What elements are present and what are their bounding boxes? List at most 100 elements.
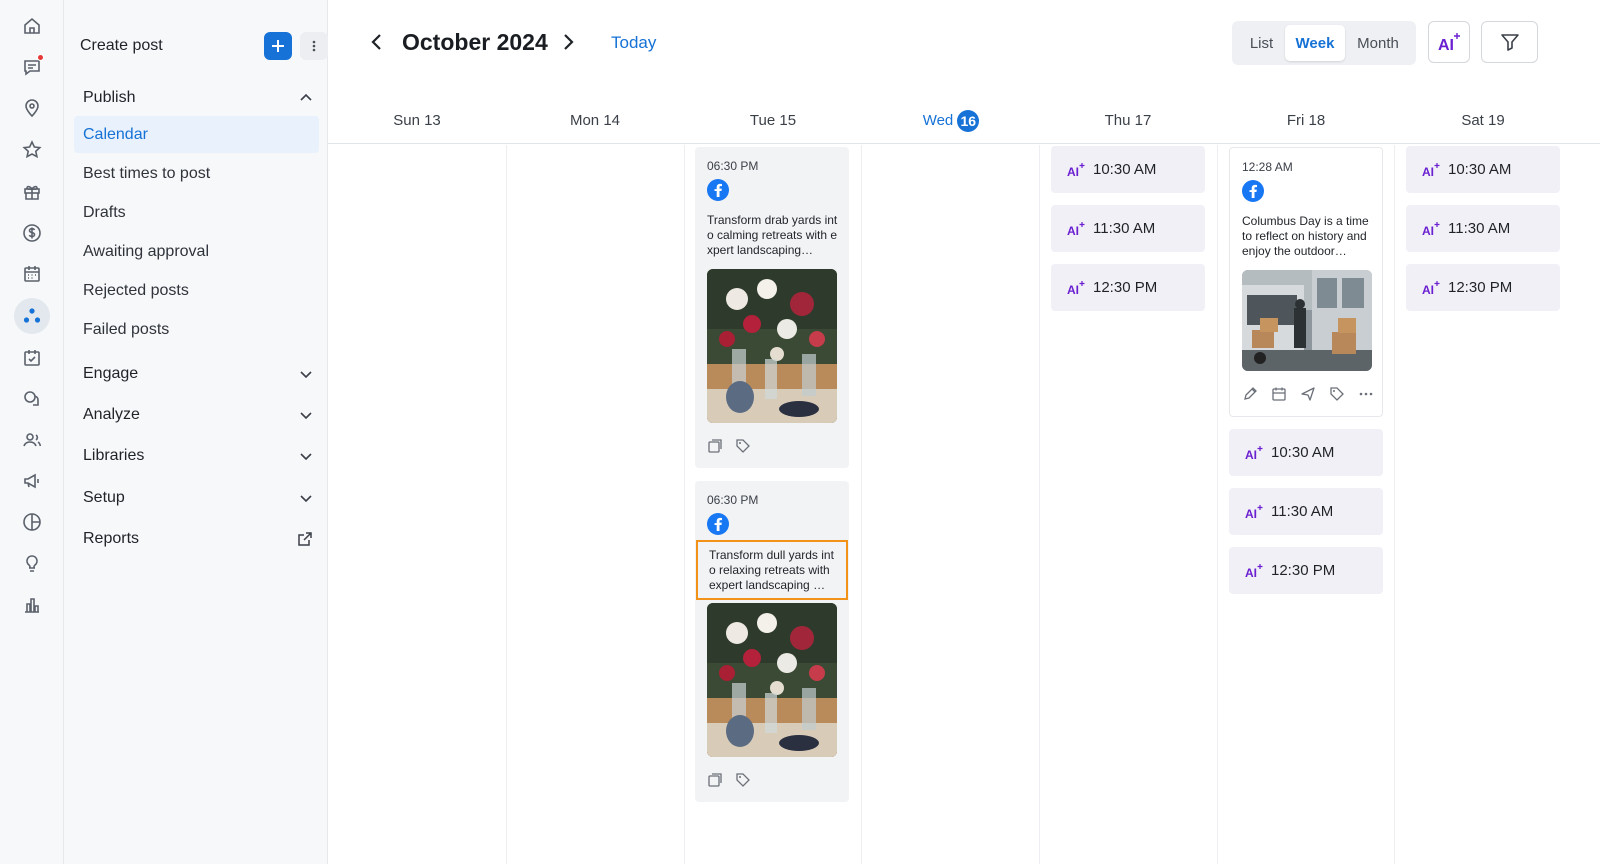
post-text[interactable]: Columbus Day is a time to reflect on his… <box>1242 214 1374 259</box>
ai-sparkle-icon: AI <box>1422 221 1440 237</box>
gift-icon[interactable] <box>14 174 50 210</box>
ai-suggested-slot[interactable]: AI 12:30 PM <box>1406 264 1560 311</box>
today-date-badge: 16 <box>957 110 980 132</box>
nav-item-failed-posts[interactable]: Failed posts <box>74 311 319 348</box>
nav-item-best-times[interactable]: Best times to post <box>74 155 319 192</box>
nav-item-rejected-posts[interactable]: Rejected posts <box>74 272 319 309</box>
tag-icon[interactable] <box>1329 386 1345 402</box>
duplicate-icon[interactable] <box>707 438 723 454</box>
post-text-highlighted[interactable]: Transform dull yards into relaxing retre… <box>696 540 848 600</box>
column-divider <box>684 145 685 864</box>
nav-section-publish[interactable]: Publish <box>83 86 313 110</box>
column-divider <box>1217 145 1218 864</box>
nav-section-analyze[interactable]: Analyze <box>83 403 313 427</box>
slot-time: 12:30 PM <box>1448 279 1513 296</box>
day-header-thu[interactable]: Thu 17 <box>1039 112 1217 129</box>
filter-button[interactable] <box>1481 21 1538 63</box>
post-card[interactable]: 06:30 PM Transform drab yards into calmi… <box>695 147 849 468</box>
chat-bubbles-icon[interactable] <box>14 381 50 417</box>
month-title: October 2024 <box>402 29 548 55</box>
ai-suggested-slot[interactable]: AI 10:30 AM <box>1229 429 1383 476</box>
post-time: 12:28 AM <box>1242 160 1293 174</box>
today-button[interactable]: Today <box>611 33 656 53</box>
send-icon[interactable] <box>1300 386 1316 402</box>
nav-item-awaiting-approval[interactable]: Awaiting approval <box>74 233 319 270</box>
post-card[interactable]: 06:30 PM Transform dull yards into relax… <box>695 481 849 802</box>
tag-icon[interactable] <box>735 772 751 788</box>
star-icon[interactable] <box>14 132 50 168</box>
create-post-button[interactable] <box>264 32 292 60</box>
column-divider <box>1394 145 1395 864</box>
post-image-flowers[interactable] <box>707 603 837 757</box>
next-week-button[interactable] <box>556 30 580 54</box>
edit-pencil-icon[interactable] <box>1242 386 1258 402</box>
tasks-icon[interactable] <box>14 340 50 376</box>
day-label: Sun 13 <box>393 112 441 129</box>
contacts-icon[interactable] <box>14 422 50 458</box>
ai-sparkle-icon: AI <box>1438 33 1460 53</box>
post-actions <box>707 772 751 790</box>
calendar-icon[interactable] <box>1271 386 1287 402</box>
slot-time: 10:30 AM <box>1093 161 1157 178</box>
home-icon[interactable] <box>14 8 50 44</box>
ai-suggested-slot[interactable]: AI 11:30 AM <box>1229 488 1383 535</box>
ai-suggested-slot[interactable]: AI 11:30 AM <box>1406 205 1560 252</box>
view-month-button[interactable]: Month <box>1347 25 1409 61</box>
nav-item-calendar[interactable]: Calendar <box>74 116 319 153</box>
nav-section-label: Setup <box>83 489 125 506</box>
svg-text:AI: AI <box>1245 507 1257 520</box>
day-header-wed[interactable]: Wed 16 <box>862 110 1040 132</box>
post-image-delivery[interactable] <box>1242 270 1372 371</box>
nav-item-reports[interactable]: Reports <box>83 527 313 551</box>
day-header-mon[interactable]: Mon 14 <box>506 112 684 129</box>
slot-time: 12:30 PM <box>1271 562 1336 579</box>
tag-icon[interactable] <box>735 438 751 454</box>
ai-suggested-slot[interactable]: AI 12:30 PM <box>1229 547 1383 594</box>
ai-suggested-slot[interactable]: AI 10:30 AM <box>1406 146 1560 193</box>
day-header-tue[interactable]: Tue 15 <box>684 112 862 129</box>
post-card[interactable]: 12:28 AM Columbus Day is a time to refle… <box>1229 147 1383 417</box>
create-post-row: Create post <box>80 30 328 62</box>
inbox-icon[interactable] <box>14 49 50 85</box>
day-header-sat[interactable]: Sat 19 <box>1394 112 1572 129</box>
lightbulb-icon[interactable] <box>14 546 50 582</box>
slot-time: 12:30 PM <box>1093 279 1158 296</box>
nav-section-engage[interactable]: Engage <box>83 362 313 386</box>
duplicate-icon[interactable] <box>707 772 723 788</box>
previous-week-button[interactable] <box>365 30 389 54</box>
ai-suggested-slot[interactable]: AI 12:30 PM <box>1051 264 1205 311</box>
external-link-icon <box>298 532 312 546</box>
location-pin-icon[interactable] <box>14 90 50 126</box>
bar-chart-icon[interactable] <box>14 587 50 623</box>
nav-section-libraries[interactable]: Libraries <box>83 444 313 468</box>
view-list-button[interactable]: List <box>1238 25 1285 61</box>
pie-chart-icon[interactable] <box>14 504 50 540</box>
svg-text:AI: AI <box>1422 283 1434 296</box>
post-text[interactable]: Transform drab yards into calming retrea… <box>707 213 839 258</box>
ai-sparkle-icon: AI <box>1067 221 1085 237</box>
nav-section-label: Reports <box>83 530 140 547</box>
svg-text:AI: AI <box>1422 165 1434 178</box>
ai-suggested-slot[interactable]: AI 10:30 AM <box>1051 146 1205 193</box>
svg-text:AI: AI <box>1067 165 1079 178</box>
column-divider <box>861 145 862 864</box>
slot-time: 11:30 AM <box>1271 503 1334 520</box>
nav-section-setup[interactable]: Setup <box>83 486 313 510</box>
svg-text:AI: AI <box>1422 224 1434 237</box>
ai-suggested-slot[interactable]: AI 11:30 AM <box>1051 205 1205 252</box>
ai-assistant-button[interactable]: AI <box>1428 21 1470 63</box>
ai-sparkle-icon: AI <box>1245 563 1263 579</box>
ai-sparkle-icon: AI <box>1245 504 1263 520</box>
more-options-button[interactable] <box>300 32 328 60</box>
day-header-fri[interactable]: Fri 18 <box>1217 112 1395 129</box>
social-publish-icon[interactable] <box>14 298 50 334</box>
kebab-icon <box>312 40 316 52</box>
view-week-button[interactable]: Week <box>1285 25 1345 61</box>
more-horizontal-icon[interactable] <box>1358 386 1374 402</box>
nav-item-drafts[interactable]: Drafts <box>74 194 319 231</box>
dollar-icon[interactable] <box>14 215 50 251</box>
calendar-icon[interactable] <box>14 256 50 292</box>
post-image-flowers[interactable] <box>707 269 837 423</box>
day-header-sun[interactable]: Sun 13 <box>328 112 506 129</box>
megaphone-icon[interactable] <box>14 463 50 499</box>
